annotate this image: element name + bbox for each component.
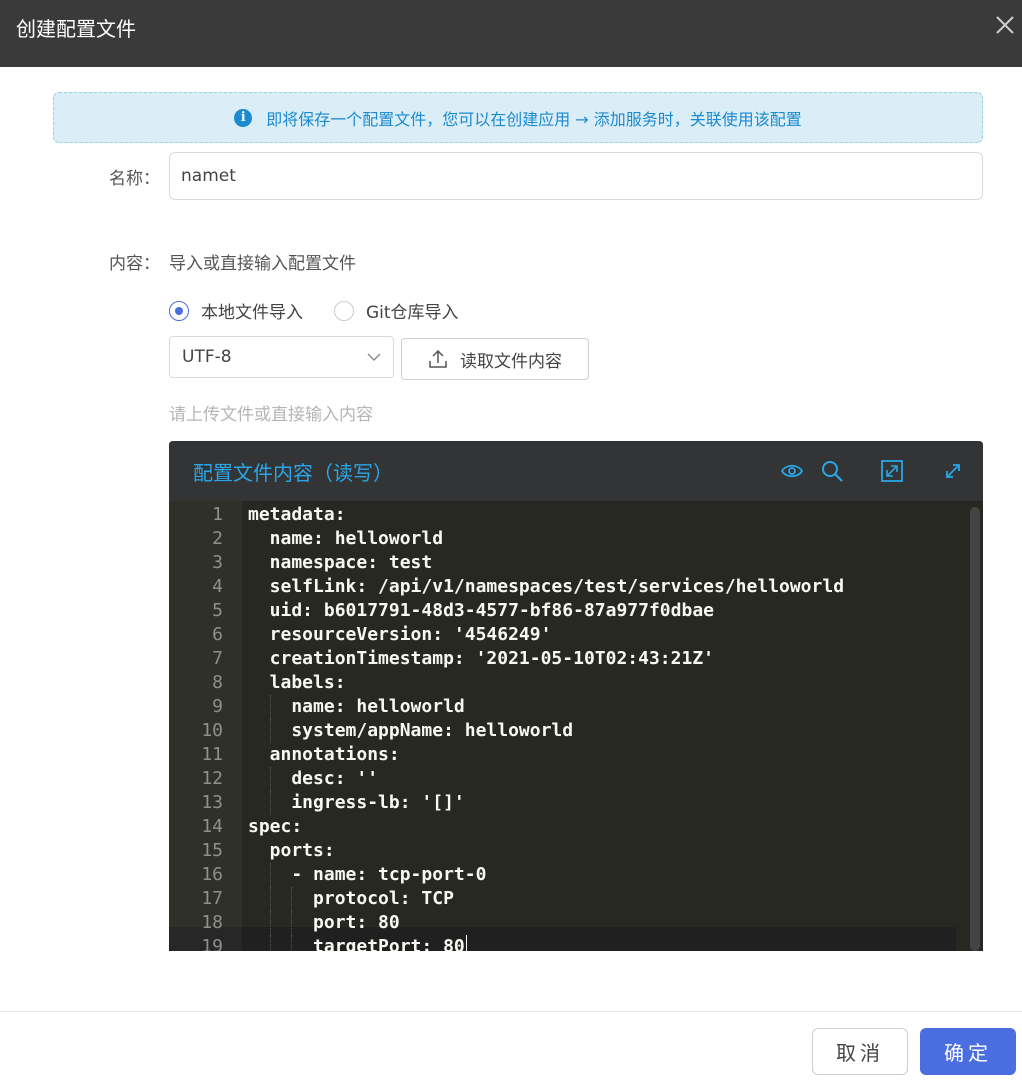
search-icon[interactable] xyxy=(820,459,844,483)
indent-guide xyxy=(269,911,271,935)
code-line[interactable]: ingress-lb: '[]' xyxy=(248,791,464,815)
editor-title: 配置文件内容（读写） xyxy=(193,461,393,485)
chevron-down-icon xyxy=(367,353,381,361)
code-line[interactable]: name: helloworld xyxy=(248,695,464,719)
line-number: 8 xyxy=(212,672,223,693)
close-icon[interactable] xyxy=(994,14,1016,36)
code-line[interactable]: protocol: TCP xyxy=(248,887,454,911)
radio-dot[interactable] xyxy=(334,300,354,321)
radio-dot[interactable] xyxy=(169,300,189,321)
line-number: 7 xyxy=(212,648,223,669)
dialog-title: 创建配置文件 xyxy=(16,17,136,41)
footer-divider xyxy=(0,1011,1022,1012)
expand-icon[interactable] xyxy=(880,459,904,483)
line-number: 16 xyxy=(201,864,223,885)
line-number: 17 xyxy=(201,888,223,909)
indent-guide xyxy=(269,719,271,743)
name-input[interactable]: namet xyxy=(169,152,983,200)
content-label: 内容： xyxy=(109,254,160,274)
confirm-button[interactable]: 确定 xyxy=(920,1028,1016,1075)
line-number: 2 xyxy=(212,528,223,549)
line-number: 14 xyxy=(201,816,223,837)
line-number: 11 xyxy=(201,744,223,765)
line-number: 10 xyxy=(201,720,223,741)
indent-guide xyxy=(269,695,271,719)
info-notice: i 即将保存一个配置文件，您可以在创建应用 → 添加服务时，关联使用该配置 xyxy=(53,92,983,143)
text-cursor xyxy=(466,935,467,951)
indent-guide xyxy=(269,887,271,911)
code-line[interactable]: name: helloworld xyxy=(248,527,443,551)
code-line[interactable]: uid: b6017791-48d3-4577-bf86-87a977f0dba… xyxy=(248,599,714,623)
editor-scrollbar[interactable] xyxy=(970,507,980,951)
radio-local-label: 本地文件导入 xyxy=(201,303,303,323)
code-line[interactable]: annotations: xyxy=(248,743,400,767)
line-number: 4 xyxy=(212,576,223,597)
radio-local-import[interactable]: 本地文件导入 xyxy=(169,298,303,323)
code-line[interactable]: resourceVersion: '4546249' xyxy=(248,623,552,647)
upload-placeholder: 请上传文件或直接输入内容 xyxy=(169,405,373,425)
code-line[interactable]: - name: tcp-port-0 xyxy=(248,863,486,887)
indent-guide xyxy=(291,887,293,911)
read-file-label: 读取文件内容 xyxy=(460,351,562,372)
line-number: 3 xyxy=(212,552,223,573)
notice-text: 即将保存一个配置文件，您可以在创建应用 → 添加服务时，关联使用该配置 xyxy=(266,109,802,129)
code-line[interactable]: creationTimestamp: '2021-05-10T02:43:21Z… xyxy=(248,647,714,671)
code-line[interactable]: ports: xyxy=(248,839,335,863)
indent-guide xyxy=(291,935,293,951)
content-hint: 导入或直接输入配置文件 xyxy=(169,254,356,274)
dialog-header: 创建配置文件 xyxy=(0,0,1022,67)
name-label: 名称： xyxy=(109,169,160,189)
eye-icon[interactable] xyxy=(780,459,804,483)
code-line[interactable]: desc: '' xyxy=(248,767,378,791)
line-number: 1 xyxy=(212,504,223,525)
line-number: 18 xyxy=(201,912,223,933)
info-icon: i xyxy=(234,108,253,127)
line-number: 19 xyxy=(201,936,223,951)
editor-toolbar: 配置文件内容（读写） xyxy=(169,441,983,501)
line-number: 15 xyxy=(201,840,223,861)
code-line[interactable]: targetPort: 80 xyxy=(248,935,465,951)
code-line[interactable]: metadata: xyxy=(248,503,346,527)
radio-git-label: Git仓库导入 xyxy=(366,303,459,323)
code-line[interactable]: namespace: test xyxy=(248,551,433,575)
code-line[interactable]: spec: xyxy=(248,815,302,839)
code-line[interactable]: selfLink: /api/v1/namespaces/test/servic… xyxy=(248,575,844,599)
read-file-button[interactable]: 读取文件内容 xyxy=(401,338,589,380)
upload-icon xyxy=(429,349,447,368)
line-number: 12 xyxy=(201,768,223,789)
line-number: 5 xyxy=(212,600,223,621)
name-input-value: namet xyxy=(181,166,236,186)
indent-guide xyxy=(269,935,271,951)
radio-git-import[interactable]: Git仓库导入 xyxy=(334,298,459,323)
code-line[interactable]: system/appName: helloworld xyxy=(248,719,573,743)
indent-guide xyxy=(291,911,293,935)
cancel-button[interactable]: 取消 xyxy=(812,1028,908,1075)
indent-guide xyxy=(269,767,271,791)
indent-guide xyxy=(269,863,271,887)
code-line[interactable]: labels: xyxy=(248,671,346,695)
line-number: 9 xyxy=(212,696,223,717)
code-editor[interactable]: 配置文件内容（读写） 1 metadata: 2 name: helloworld 3… xyxy=(169,441,983,951)
line-number: 13 xyxy=(201,792,223,813)
line-number: 6 xyxy=(212,624,223,645)
indent-guide xyxy=(269,791,271,815)
code-line[interactable]: port: 80 xyxy=(248,911,400,935)
fullscreen-icon[interactable] xyxy=(941,459,965,483)
encoding-select[interactable]: UTF-8 xyxy=(169,336,394,378)
encoding-value: UTF-8 xyxy=(182,347,232,367)
